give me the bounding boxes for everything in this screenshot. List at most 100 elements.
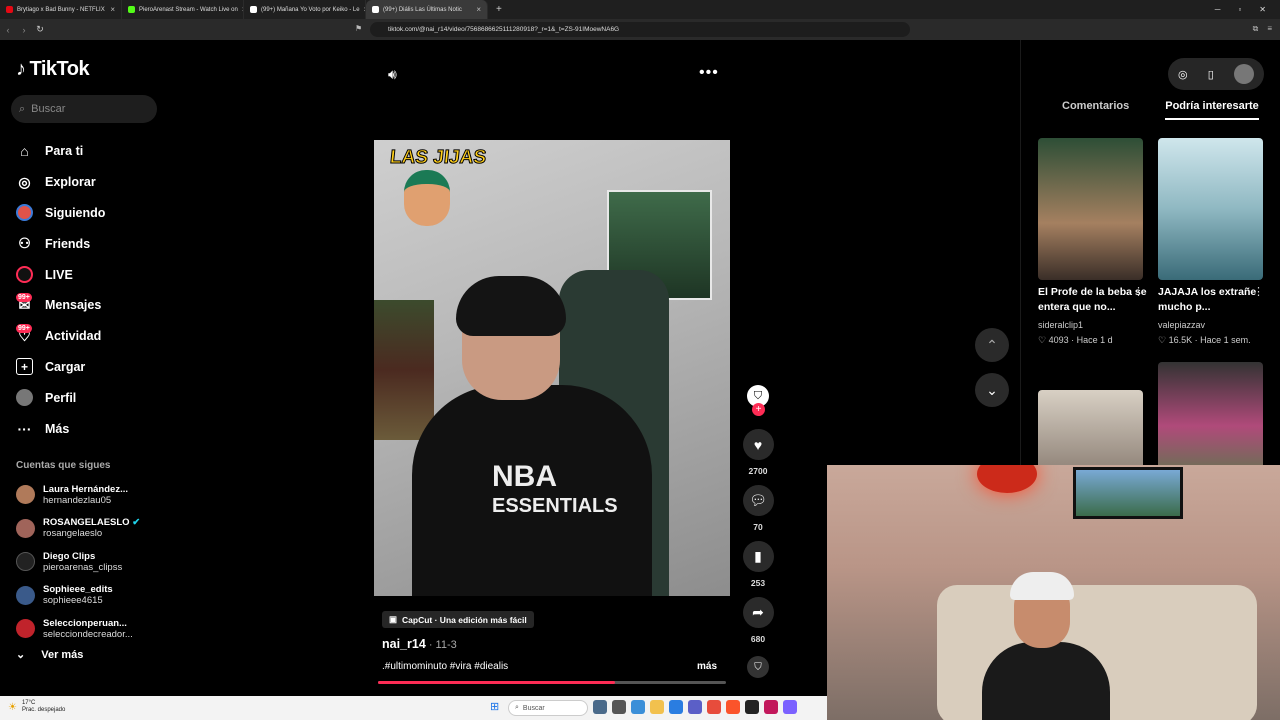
friends-icon: ⚇ [18,235,31,252]
browser-tab[interactable]: PieroArenast Stream - Watch Live on× [122,0,244,19]
app-icon[interactable] [707,700,721,714]
next-video-button[interactable]: ⌄ [975,373,1009,407]
video-caption[interactable]: .#ultimominuto #vira #diealis [382,661,508,672]
app-icon[interactable] [745,700,759,714]
forward-icon[interactable]: › [16,25,32,35]
wall-tv [1073,467,1183,519]
video-thumbnail[interactable] [1038,138,1143,280]
capcut-icon: ▣ [389,614,398,624]
close-tab-icon[interactable]: × [476,5,481,14]
video-overlay-title: LAS JIJAS [388,147,488,169]
upload-icon: + [16,358,33,376]
tab-podria-interesarte[interactable]: Podría interesarte [1165,100,1259,120]
tiktok-logo[interactable]: ♪ TikTok [16,58,90,81]
sidebar-item-mensajes[interactable]: ✉ 99+ Mensajes [16,290,156,321]
messages-icon: ✉ 99+ [16,292,32,313]
weather-widget[interactable]: ☀ 17°C Prac. despejado [8,700,65,714]
bookmark-icon: ▮ [754,548,762,564]
reload-icon[interactable]: ↻ [32,24,48,35]
following-item[interactable]: Seleccionperuan... selecciondecreador... [16,612,156,646]
search-input[interactable]: ⌕ Buscar [11,95,157,123]
app-icon[interactable] [688,700,702,714]
user-avatar[interactable] [1233,64,1254,84]
phone-icon[interactable]: ▯ [1208,68,1214,81]
save-count: 253 [750,578,766,588]
app-icon[interactable] [783,700,797,714]
sidebar-item-mas[interactable]: ··· Más [16,413,156,444]
share-count: 680 [750,634,766,644]
sidebar-item-para-ti[interactable]: ⌂ Para ti [16,136,156,167]
following-item[interactable]: ROSANGELAESLO ✔ rosangelaeslo [16,512,156,546]
more-options-icon[interactable]: ••• [699,64,719,82]
compass-icon[interactable]: ◎ [1178,68,1188,81]
sidebar-item-cargar[interactable]: + Cargar [16,352,156,383]
previous-video-button[interactable]: ⌃ [975,328,1009,362]
back-icon[interactable]: ‹ [0,25,16,35]
address-bar-row: ‹ › ↻ ⚑ tiktok.com/@nai_r14/video/756868… [0,19,1280,40]
home-icon: ⌂ [20,143,29,160]
app-icon[interactable] [631,700,645,714]
live-icon [16,266,33,284]
extension-icon[interactable]: ⧉ [1253,24,1259,34]
maximize-icon[interactable]: ▫ [1238,5,1241,14]
video-thumbnail[interactable] [1158,138,1263,280]
sidebar-item-live[interactable]: LIVE [16,259,156,290]
verified-icon: ✔ [132,517,141,529]
music-disc-icon[interactable]: ⛉ [747,656,769,678]
close-window-icon[interactable]: ✕ [1259,5,1266,14]
profile-icon [16,389,33,407]
sidebar-item-friends[interactable]: ⚇ Friends [16,228,156,259]
avatar [16,485,35,505]
kebab-menu-icon[interactable]: ⋮ [1133,285,1144,298]
video-info: El Profe de la beba se entera que no... … [1038,286,1147,345]
app-icon[interactable] [726,700,740,714]
video-player[interactable]: NBA ESSENTIALS LAS JIJAS [374,140,730,596]
tab-comentarios[interactable]: Comentarios [1062,100,1129,120]
close-tab-icon[interactable]: × [110,5,115,14]
tiktok-favicon-icon [372,6,379,13]
taskbar-search[interactable]: ⌕ Buscar [508,700,588,716]
app-icon[interactable] [593,700,607,714]
app-icon[interactable] [764,700,778,714]
following-item[interactable]: Diego Clips pieroarenas_clipss [16,545,156,579]
like-button[interactable]: ♥ [742,429,774,460]
video-progress-bar[interactable] [378,681,726,684]
comment-count: 70 [753,522,763,532]
heart-outline-icon: ♡ [1038,335,1047,345]
following-item[interactable]: Sophieee_edits sophieee4615 [16,579,156,613]
browser-tab[interactable]: Brytiago x Bad Bunny - NETFLIX × [0,0,122,19]
minimize-icon[interactable]: ─ [1215,5,1221,14]
new-tab-button[interactable]: + [488,4,510,15]
share-button[interactable]: ➦ [742,597,774,628]
heart-icon: ♥ [753,436,763,453]
sun-icon: ☀ [8,701,17,713]
bookmark-icon[interactable]: ⚑ [355,24,362,33]
volume-icon[interactable]: 🔊︎ [388,66,397,83]
sidebar-item-perfil[interactable]: Perfil [16,382,156,413]
creator-avatar[interactable]: ⛉ + [747,385,769,416]
app-icon[interactable] [612,700,626,714]
app-icon[interactable] [669,700,683,714]
compass-icon: ◎ [18,173,31,190]
browser-tab[interactable]: (99+) Mañana Yo Voto por Keiko - Le× [244,0,366,19]
windows-start-icon[interactable]: ⊞ [490,700,499,713]
browser-tab-active[interactable]: (99+) Diális Las Últimas Notic × [366,0,488,19]
comment-button[interactable]: 💬︎ [742,485,774,516]
caption-more-button[interactable]: más [697,661,717,672]
follow-plus-icon[interactable]: + [752,403,765,416]
kebab-menu-icon[interactable]: ⋮ [1253,285,1264,298]
sidebar-item-explorar[interactable]: ◎ Explorar [16,167,156,198]
sidebar-item-actividad[interactable]: ♡ 99+ Actividad [16,321,156,352]
see-more-button[interactable]: ⌄ Ver más [16,648,83,662]
avatar [16,518,35,538]
taskbar-apps [593,700,797,714]
messages-badge: 99+ [16,292,32,302]
menu-icon[interactable]: ≡ [1267,24,1272,34]
following-item[interactable]: Laura Hernández... hernandezlau05 [16,478,156,512]
video-author[interactable]: nai_r14 · 11-3 [382,637,457,651]
save-button[interactable]: ▮ [742,541,774,572]
url-field[interactable]: tiktok.com/@nai_r14/video/75686866251112… [370,22,910,37]
folder-icon[interactable] [650,700,664,714]
capcut-badge[interactable]: ▣ CapCut · Una edición más fácil [382,611,534,628]
sidebar-item-siguiendo[interactable]: Siguiendo [16,198,156,229]
